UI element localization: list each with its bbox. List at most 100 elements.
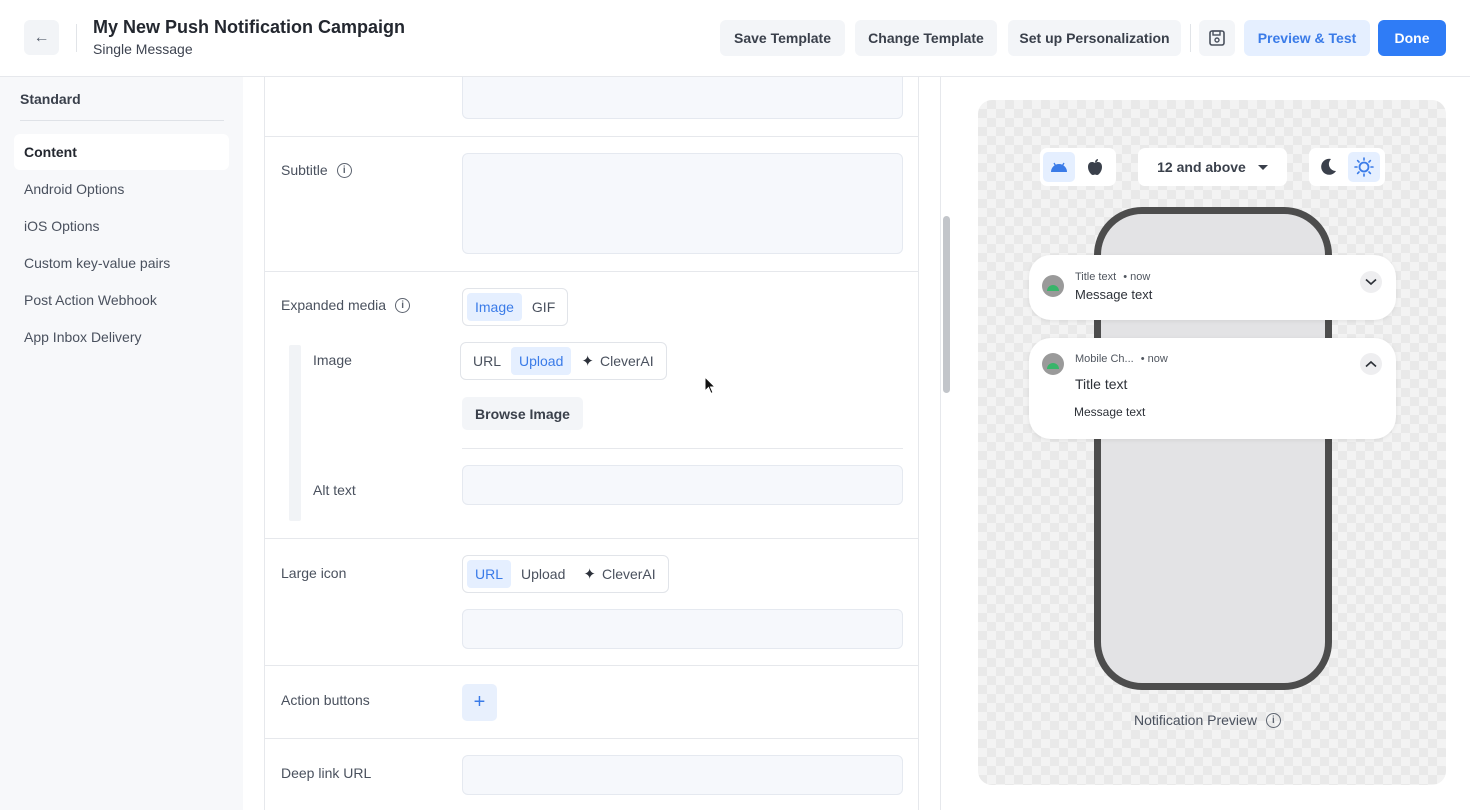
divider — [20, 120, 224, 121]
save-draft-button[interactable] — [1199, 20, 1235, 56]
preview-test-button[interactable]: Preview & Test — [1244, 20, 1370, 56]
os-toggle — [1040, 148, 1116, 186]
divider — [462, 448, 903, 449]
large-icon-source-upload[interactable]: Upload — [513, 560, 573, 588]
scrollbar-track — [940, 77, 941, 810]
subtitle-label-text: Subtitle — [281, 162, 328, 178]
cleverai-label: CleverAI — [601, 566, 656, 582]
subtitle-label: Subtitle i — [281, 162, 352, 178]
large-icon-url-field[interactable] — [462, 609, 903, 649]
notification-preview-label: Notification Preview i — [1134, 712, 1281, 728]
sidebar-item-custom-key-value-pairs[interactable]: Custom key-value pairs — [14, 245, 229, 281]
notif-app-text: Mobile Ch... — [1075, 353, 1134, 365]
scrollbar-thumb[interactable] — [943, 216, 950, 393]
notif-time: • now — [1140, 353, 1168, 365]
moon-icon — [1321, 158, 1336, 175]
divider — [1190, 24, 1191, 52]
done-button[interactable]: Done — [1378, 20, 1446, 56]
action-buttons-label: Action buttons — [281, 692, 370, 708]
campaign-type: Single Message — [93, 41, 193, 57]
notif-title-small: Title text • now — [1075, 271, 1150, 283]
os-version-select[interactable]: 12 and above — [1138, 148, 1287, 186]
dark-theme-option[interactable] — [1312, 152, 1344, 182]
notif-message: Message text — [1074, 405, 1146, 419]
sidebar-item-post-action-webhook[interactable]: Post Action Webhook — [14, 282, 229, 318]
info-icon[interactable]: i — [395, 297, 411, 313]
sidebar-item-android-options[interactable]: Android Options — [14, 171, 229, 207]
top-bar: ← My New Push Notification Campaign Sing… — [0, 0, 1470, 77]
notif-message: Message text — [1075, 287, 1153, 302]
large-icon-source-toggle: URL Upload ✦ CleverAI — [462, 555, 669, 593]
sparkle-icon: ✦ — [581, 353, 594, 370]
caret-down-icon — [1257, 164, 1268, 170]
divider — [265, 738, 918, 739]
deep-link-field[interactable] — [462, 755, 903, 795]
setup-personalization-button[interactable]: Set up Personalization — [1008, 20, 1181, 56]
sidebar-heading: Standard — [20, 91, 81, 107]
sparkle-icon: ✦ — [583, 566, 596, 583]
settings-sidebar: Standard Content Android Options iOS Opt… — [0, 77, 243, 810]
media-type-toggle: Image GIF — [462, 288, 569, 326]
app-icon — [1042, 275, 1064, 297]
change-template-button[interactable]: Change Template — [855, 20, 997, 56]
cleverai-label: CleverAI — [599, 353, 654, 369]
sidebar-item-app-inbox-delivery[interactable]: App Inbox Delivery — [14, 319, 229, 355]
mouse-cursor-icon — [704, 376, 717, 395]
subtitle-field[interactable] — [462, 153, 903, 254]
divider — [265, 538, 918, 539]
nested-indent-bar — [289, 345, 301, 521]
title-field[interactable] — [462, 77, 903, 119]
large-icon-source-cleverai[interactable]: ✦ CleverAI — [575, 560, 663, 588]
back-button[interactable]: ← — [24, 20, 59, 55]
notification-preview-text: Notification Preview — [1134, 712, 1257, 728]
sidebar-item-ios-options[interactable]: iOS Options — [14, 208, 229, 244]
add-action-button[interactable]: + — [462, 684, 497, 721]
plus-icon: + — [473, 691, 486, 713]
alt-text-field[interactable] — [462, 465, 903, 505]
info-icon[interactable]: i — [1265, 712, 1281, 728]
theme-toggle — [1309, 148, 1385, 186]
image-source-upload[interactable]: Upload — [511, 347, 572, 375]
apple-icon — [1088, 159, 1102, 175]
media-type-image[interactable]: Image — [467, 293, 522, 321]
notif-app-name: Mobile Ch... • now — [1075, 353, 1168, 365]
expanded-media-label: Expanded media i — [281, 297, 411, 313]
expanded-media-label-text: Expanded media — [281, 297, 387, 313]
android-option[interactable] — [1043, 152, 1075, 182]
sun-icon — [1354, 157, 1374, 177]
chevron-up-icon — [1365, 360, 1377, 368]
content-form: Subtitle i Expanded media i Image GIF Im… — [264, 77, 919, 810]
android-icon — [1051, 162, 1067, 172]
browse-image-button[interactable]: Browse Image — [462, 397, 583, 430]
image-source-toggle: URL Upload ✦ CleverAI — [460, 342, 667, 380]
info-icon[interactable]: i — [336, 162, 352, 178]
save-template-button[interactable]: Save Template — [720, 20, 845, 56]
campaign-title: My New Push Notification Campaign — [93, 17, 406, 37]
divider — [265, 136, 918, 137]
alt-text-label: Alt text — [313, 482, 356, 498]
light-theme-option[interactable] — [1348, 152, 1380, 182]
notif-title-text: Title text — [1075, 271, 1117, 283]
media-type-gif[interactable]: GIF — [524, 293, 563, 321]
image-source-url[interactable]: URL — [465, 347, 509, 375]
large-icon-source-url[interactable]: URL — [467, 560, 512, 588]
os-version-value: 12 and above — [1157, 159, 1246, 175]
collapse-button[interactable] — [1360, 353, 1382, 375]
sidebar-item-content[interactable]: Content — [14, 134, 229, 170]
divider — [265, 665, 918, 666]
collapsed-notification: Title text • now Message text — [1029, 255, 1396, 320]
app-icon — [1042, 353, 1064, 375]
expand-button[interactable] — [1360, 271, 1382, 293]
floppy-disk-icon — [1209, 30, 1225, 46]
image-label: Image — [313, 352, 352, 368]
expanded-notification: Mobile Ch... • now Title text Message te… — [1029, 338, 1396, 439]
deep-link-label: Deep link URL — [281, 765, 372, 781]
notif-title: Title text — [1075, 376, 1128, 392]
divider — [76, 24, 77, 52]
arrow-left-icon: ← — [33, 28, 50, 46]
ios-option[interactable] — [1079, 152, 1111, 182]
large-icon-label: Large icon — [281, 565, 347, 581]
image-source-cleverai[interactable]: ✦ CleverAI — [573, 347, 661, 375]
chevron-down-icon — [1365, 278, 1377, 286]
divider — [265, 271, 918, 272]
